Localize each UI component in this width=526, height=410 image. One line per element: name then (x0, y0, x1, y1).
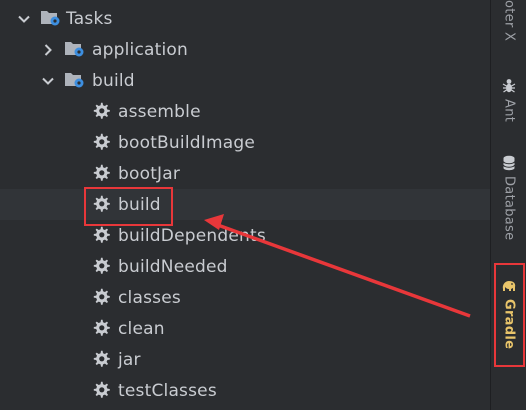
tool-tab-label: Database (501, 176, 517, 241)
task-folder-icon (40, 9, 62, 27)
task-item[interactable]: buildDependents (0, 220, 490, 251)
task-item[interactable]: clean (0, 313, 490, 344)
task-label: buildNeeded (118, 256, 228, 277)
task-label: bootBuildImage (118, 132, 255, 153)
gear-icon (92, 381, 110, 399)
task-item-build-selected[interactable]: build (0, 189, 490, 220)
tool-tab-partial[interactable]: oter X (491, 0, 526, 41)
tool-tab-label: oter X (501, 0, 517, 42)
tree-node-label: application (92, 39, 188, 60)
task-folder-icon (64, 40, 86, 58)
task-item[interactable]: buildNeeded (0, 251, 490, 282)
tool-window-strip: oter X Ant Database Gradle (490, 0, 526, 410)
tool-tab-gradle[interactable]: Gradle (491, 278, 526, 349)
task-item[interactable]: bootJar (0, 158, 490, 189)
tree-node-tasks[interactable]: Tasks (0, 3, 490, 34)
task-label: buildDependents (118, 225, 266, 246)
tree-node-application[interactable]: application (0, 34, 490, 65)
database-icon (502, 155, 516, 173)
gradle-task-tree: Tasks application build assemble bootBui… (0, 0, 490, 410)
tree-node-label: Tasks (66, 8, 113, 29)
task-item[interactable]: assemble (0, 96, 490, 127)
task-item[interactable]: bootBuildImage (0, 127, 490, 158)
chevron-right-icon[interactable] (41, 43, 55, 57)
gradle-elephant-icon (501, 278, 517, 296)
gear-icon (92, 133, 110, 151)
task-label: testClasses (118, 380, 217, 401)
chevron-down-icon[interactable] (17, 12, 31, 26)
gear-icon (92, 164, 110, 182)
tool-tab-ant[interactable]: Ant (491, 78, 526, 122)
task-label: jar (118, 349, 141, 370)
task-label: clean (118, 318, 165, 339)
task-label: classes (118, 287, 181, 308)
gear-icon (92, 257, 110, 275)
task-label: bootJar (118, 163, 181, 184)
gear-icon (92, 319, 110, 337)
tree-node-build-group[interactable]: build (0, 65, 490, 96)
ant-icon (502, 78, 516, 96)
task-label: assemble (118, 101, 201, 122)
gear-icon (92, 350, 110, 368)
tree-node-label: build (92, 70, 135, 91)
task-label: build (118, 194, 161, 215)
task-folder-icon (64, 71, 86, 89)
gear-icon (92, 195, 110, 213)
tool-tab-label: Gradle (501, 299, 517, 350)
gear-icon (92, 288, 110, 306)
task-item[interactable]: testClasses (0, 375, 490, 406)
gear-icon (92, 102, 110, 120)
tool-tab-label: Ant (501, 99, 517, 123)
task-item[interactable]: jar (0, 344, 490, 375)
chevron-down-icon[interactable] (41, 74, 55, 88)
gear-icon (92, 226, 110, 244)
tool-tab-database[interactable]: Database (491, 155, 526, 240)
task-item[interactable]: classes (0, 282, 490, 313)
